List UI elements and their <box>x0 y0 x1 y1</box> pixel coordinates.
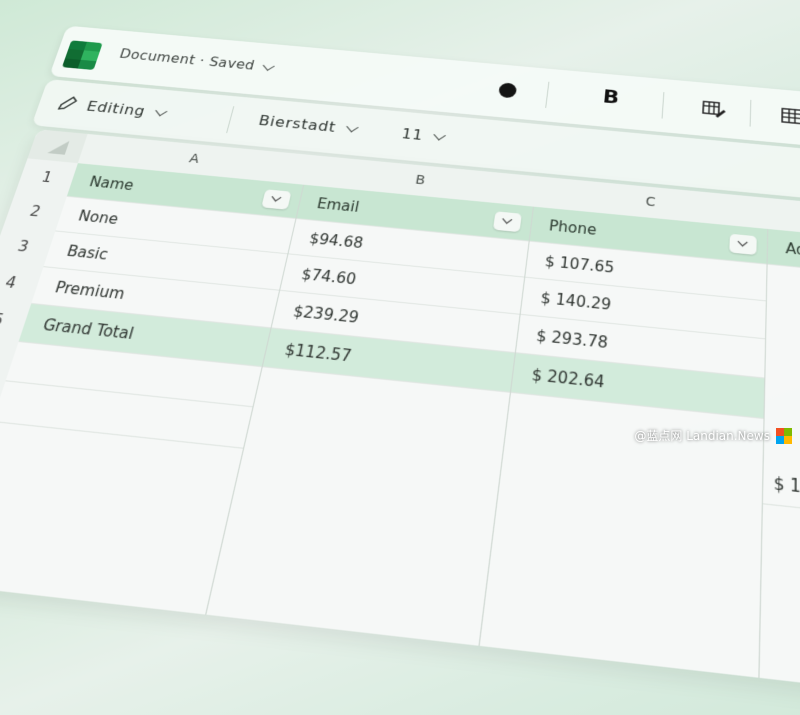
watermark: @蓝点网 Landian.News <box>634 427 792 444</box>
chevron-down-icon <box>433 130 445 141</box>
header-label: Name <box>88 173 136 193</box>
filter-dropdown-icon[interactable] <box>729 234 756 255</box>
watermark-text: @蓝点网 Landian.News <box>634 427 770 444</box>
header-label: Email <box>316 195 361 215</box>
chevron-down-icon <box>263 60 275 70</box>
column-letter: C <box>645 195 656 210</box>
bold-button[interactable]: B <box>602 87 621 109</box>
header-label: Ad <box>785 240 800 259</box>
font-color-button[interactable] <box>498 82 517 98</box>
chevron-down-icon <box>156 105 168 116</box>
divider <box>545 82 549 108</box>
font-size-value: 11 <box>400 125 424 143</box>
chevron-down-icon <box>346 122 358 133</box>
format-table-button[interactable] <box>701 99 727 120</box>
column-letter: B <box>414 173 426 188</box>
editing-mode-label: Editing <box>85 98 148 119</box>
insert-table-button[interactable] <box>779 106 800 127</box>
font-size-dropdown[interactable]: 11 <box>400 125 443 145</box>
app-stage: Document · Saved B <box>0 0 800 686</box>
spreadsheet-grid: A B C 1 2 3 4 5 6 7 Name Email Phone A <box>0 129 800 714</box>
excel-logo-icon <box>62 40 103 70</box>
font-family-dropdown[interactable]: Bierstadt <box>257 112 356 137</box>
divider <box>662 92 665 119</box>
color-dot-icon <box>498 82 517 98</box>
bold-label: B <box>602 87 621 109</box>
divider <box>226 106 234 133</box>
table-brush-icon <box>701 99 727 120</box>
font-family-value: Bierstadt <box>257 112 338 135</box>
document-title: Document · Saved <box>118 47 257 73</box>
filter-dropdown-icon[interactable] <box>493 211 522 232</box>
divider <box>750 100 752 127</box>
windows-logo-icon <box>776 428 792 444</box>
document-title-button[interactable]: Document · Saved <box>118 47 273 75</box>
header-label: Phone <box>548 217 597 238</box>
column-letter: A <box>188 152 201 167</box>
pencil-icon <box>54 94 81 114</box>
filter-dropdown-icon[interactable] <box>261 189 291 209</box>
header-cell-ad[interactable]: Ad <box>767 229 800 291</box>
editing-mode-dropdown[interactable]: Editing <box>54 94 166 122</box>
table-cell[interactable]: $ 1( <box>762 461 800 537</box>
table-icon <box>779 106 800 127</box>
